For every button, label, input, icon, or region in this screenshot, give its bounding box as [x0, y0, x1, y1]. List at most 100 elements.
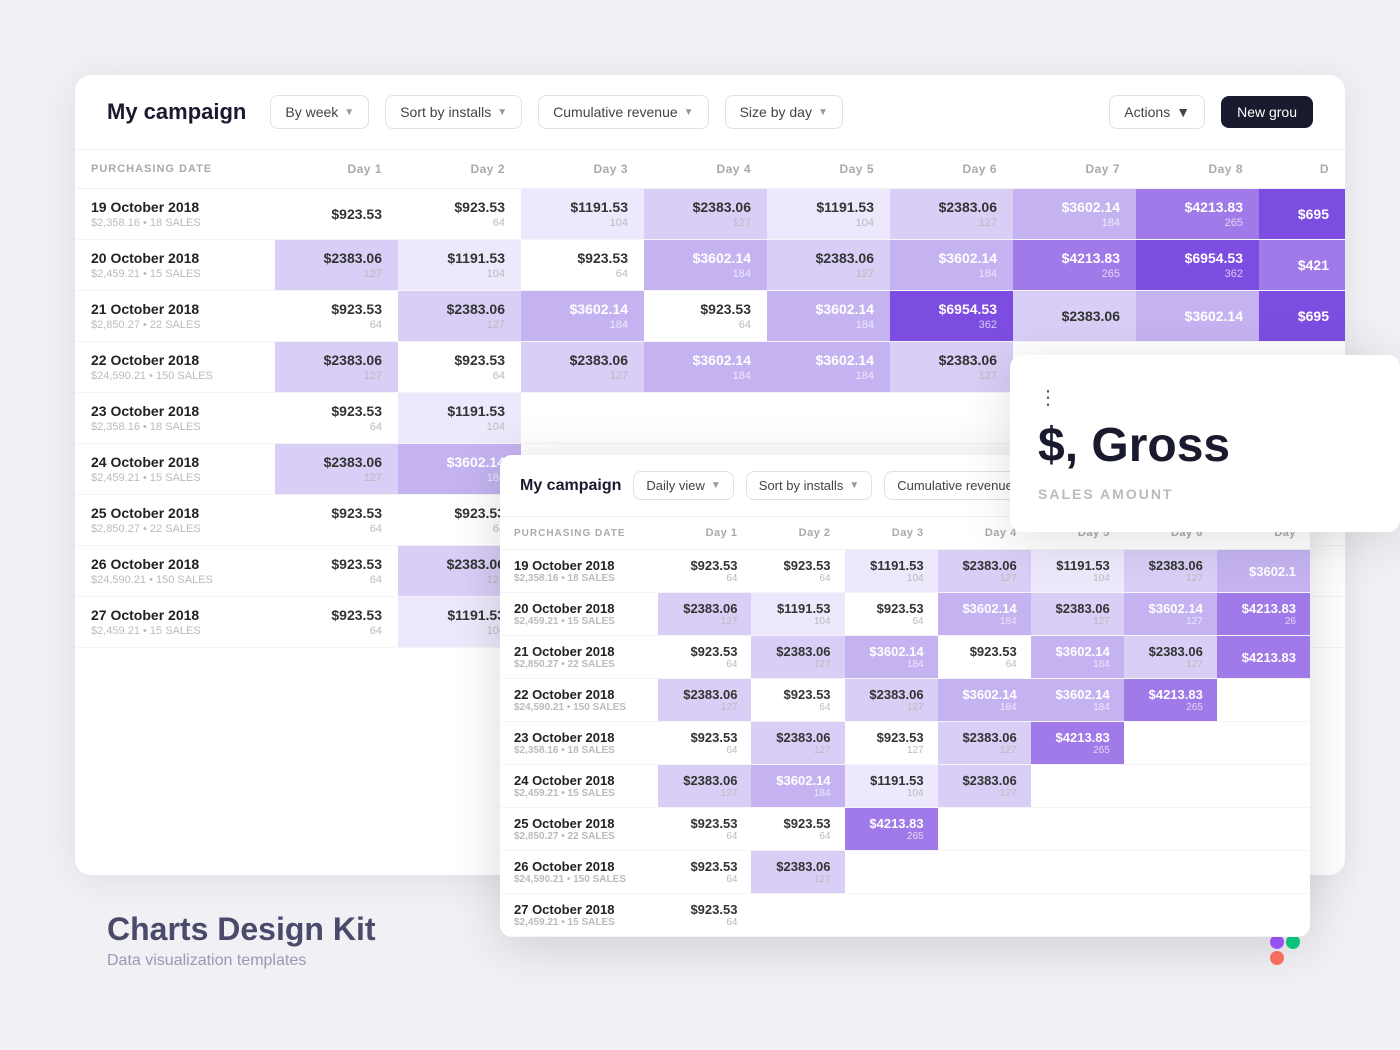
chevron-down-icon: ▼	[711, 480, 721, 491]
popup-value-cell: $3602.14184	[1031, 679, 1124, 722]
popup-daily-view-dropdown[interactable]: Daily view ▼	[633, 471, 733, 500]
value-cell: $3602.14184	[767, 342, 890, 393]
value-cell	[890, 393, 1013, 444]
popup-value-cell: $2383.06127	[658, 593, 751, 636]
more-options-icon[interactable]: ⋮	[1038, 385, 1372, 410]
popup-value-cell	[1217, 851, 1310, 894]
popup-value-cell: $2383.06127	[658, 679, 751, 722]
chevron-down-icon: ▼	[1176, 104, 1190, 120]
popup-table-row: 19 October 2018$2,358.16 • 18 SALES$923.…	[500, 550, 1310, 593]
row-date: 20 October 2018	[91, 250, 259, 266]
cumulative-label: Cumulative revenue	[553, 104, 678, 120]
row-date-sub: $2,459.21 • 15 SALES	[91, 625, 259, 637]
value-cell: $2383.06127	[398, 291, 521, 342]
popup-value-cell: $2383.06127	[1124, 636, 1217, 679]
sort-label: Sort by installs	[400, 104, 491, 120]
popup-value-cell: $2383.06127	[658, 765, 751, 808]
by-week-dropdown[interactable]: By week ▼	[270, 95, 369, 129]
popup-value-cell	[938, 851, 1031, 894]
popup-value-cell: $923.5364	[658, 851, 751, 894]
figma-dot-purple	[1270, 935, 1284, 949]
value-cell: $2383.06127	[644, 189, 767, 240]
row-date-sub: $24,590.21 • 150 SALES	[91, 370, 259, 382]
new-group-button[interactable]: New grou	[1221, 96, 1313, 128]
day9-header: D	[1259, 150, 1345, 189]
popup-value-cell: $4213.8326	[1217, 593, 1310, 636]
sort-by-installs-dropdown[interactable]: Sort by installs ▼	[385, 95, 522, 129]
popup-value-cell	[1217, 722, 1310, 765]
popup-value-cell: $4213.83	[1217, 636, 1310, 679]
popup-sort-dropdown[interactable]: Sort by installs ▼	[746, 471, 872, 500]
popup-value-cell	[938, 808, 1031, 851]
chevron-down-icon: ▼	[818, 107, 828, 118]
value-cell: $6954.53362	[1136, 240, 1259, 291]
table-row: 20 October 2018 $2,459.21 • 15 SALES $2383…	[75, 240, 1345, 291]
value-cell: $2383.06127	[275, 240, 398, 291]
day1-header: Day 1	[275, 150, 398, 189]
popup-value-cell: $4213.83265	[1031, 722, 1124, 765]
day3-header: Day 3	[521, 150, 644, 189]
value-cell: $4213.83265	[1136, 189, 1259, 240]
row-date-sub: $2,358.16 • 18 SALES	[91, 217, 259, 229]
popup-day1: Day 1	[658, 517, 751, 550]
chevron-down-icon: ▼	[344, 107, 354, 118]
value-cell: $923.53	[275, 189, 398, 240]
value-cell: $1191.53104	[521, 189, 644, 240]
gross-title: $, Gross	[1038, 422, 1372, 470]
popup-value-cell: $923.5364	[658, 722, 751, 765]
value-cell: $2383.06127	[275, 444, 398, 495]
row-date-sub: $24,590.21 • 150 SALES	[91, 574, 259, 586]
popup-value-cell: $3602.14127	[1124, 593, 1217, 636]
popup-value-cell	[1031, 808, 1124, 851]
size-by-day-dropdown[interactable]: Size by day ▼	[725, 95, 843, 129]
row-date-sub: $2,459.21 • 15 SALES	[91, 268, 259, 280]
popup-table-row: 26 October 2018$24,590.21 • 150 SALES$92…	[500, 851, 1310, 894]
actions-button[interactable]: Actions ▼	[1109, 95, 1205, 129]
popup-value-cell	[1217, 765, 1310, 808]
popup-value-cell: $1191.53104	[845, 765, 938, 808]
row-date: 22 October 2018	[91, 352, 259, 368]
popup-value-cell	[938, 894, 1031, 937]
popup-value-cell: $2383.06127	[1124, 550, 1217, 593]
value-cell: $695	[1259, 291, 1345, 342]
value-cell: $3602.14	[1136, 291, 1259, 342]
table-row: 21 October 2018$2,850.27 • 22 SALES$923.…	[75, 291, 1345, 342]
value-cell: $923.5364	[398, 189, 521, 240]
value-cell: $923.5364	[275, 495, 398, 546]
popup-value-cell: $923.5364	[938, 636, 1031, 679]
row-date: 19 October 2018	[91, 199, 259, 215]
row-date-sub: $2,850.27 • 22 SALES	[91, 319, 259, 331]
footer-area: Charts Design Kit Data visualization tem…	[75, 891, 407, 990]
value-cell: $923.5364	[521, 240, 644, 291]
popup-value-cell: $923.5364	[751, 679, 844, 722]
row-date-sub: $2,358.16 • 18 SALES	[91, 421, 259, 433]
popup-value-cell	[1217, 679, 1310, 722]
main-header: My campaign By week ▼ Sort by installs ▼…	[75, 75, 1345, 150]
value-cell: $3602.14184	[1013, 189, 1136, 240]
popup-table-row: 20 October 2018$2,459.21 • 15 SALES$2383…	[500, 593, 1310, 636]
popup-value-cell: $3602.14184	[938, 593, 1031, 636]
chevron-down-icon: ▼	[849, 480, 859, 491]
popup-value-cell: $2383.06127	[845, 679, 938, 722]
popup-value-cell	[1124, 851, 1217, 894]
popup-value-cell: $923.5364	[658, 894, 751, 937]
popup-value-cell: $1191.53104	[845, 550, 938, 593]
value-cell: $2383.06	[1013, 291, 1136, 342]
day6-header: Day 6	[890, 150, 1013, 189]
value-cell: $695	[1259, 189, 1345, 240]
cumulative-revenue-dropdown[interactable]: Cumulative revenue ▼	[538, 95, 708, 129]
gross-panel: ⋮ $, Gross SALES AMOUNT	[1010, 355, 1400, 532]
popup-title: My campaign	[520, 477, 621, 495]
popup-value-cell: $923.53127	[845, 722, 938, 765]
popup-value-cell	[751, 894, 844, 937]
popup-value-cell	[1031, 765, 1124, 808]
popup-table-row: 23 October 2018$2,358.16 • 18 SALES$923.…	[500, 722, 1310, 765]
table-header-row: PURCHASING DATE Day 1 Day 2 Day 3 Day 4 …	[75, 150, 1345, 189]
popup-value-cell	[1217, 808, 1310, 851]
value-cell: $3602.14184	[767, 291, 890, 342]
popup-value-cell	[1031, 894, 1124, 937]
popup-sort-label: Sort by installs	[759, 478, 844, 493]
popup-value-cell	[1217, 894, 1310, 937]
popup-value-cell	[1124, 808, 1217, 851]
popup-table-row: 25 October 2018$2,850.27 • 22 SALES$923.…	[500, 808, 1310, 851]
